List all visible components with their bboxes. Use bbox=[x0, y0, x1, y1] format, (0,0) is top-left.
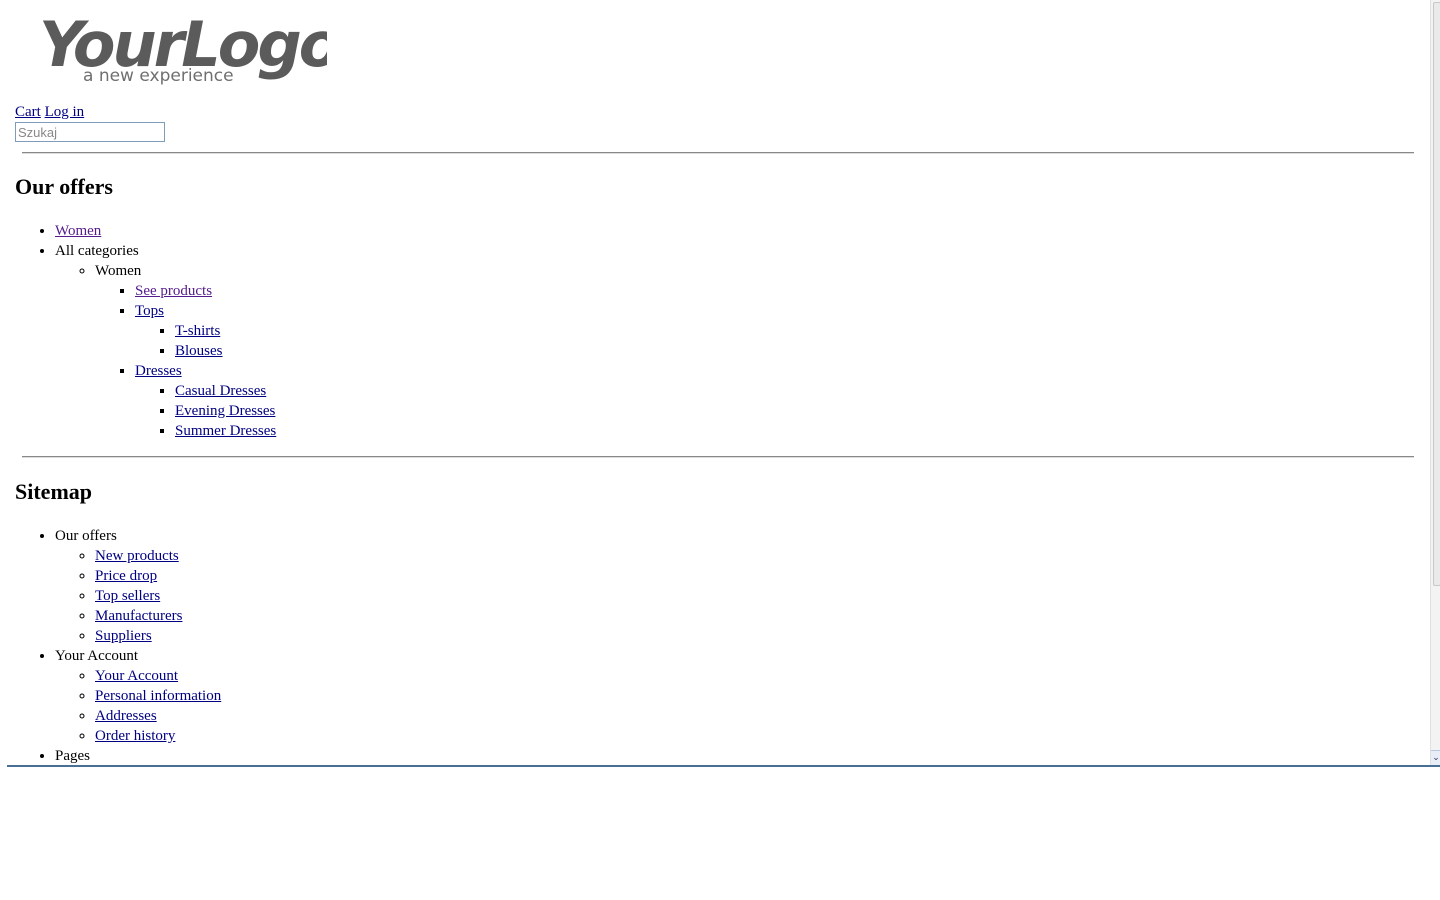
list-item: T-shirts bbox=[175, 321, 276, 341]
new-products-link[interactable]: New products bbox=[95, 548, 179, 564]
list-item: Evening Dresses bbox=[175, 401, 276, 421]
list-item: Pages bbox=[55, 746, 221, 765]
sitemap-our-offers-label: Our offers bbox=[55, 528, 117, 544]
list-item: Women bbox=[55, 221, 276, 241]
list-item: Summer Dresses bbox=[175, 421, 276, 441]
category-link-summer-dresses[interactable]: Summer Dresses bbox=[175, 423, 276, 439]
list-item: Manufacturers bbox=[95, 606, 221, 626]
addresses-link[interactable]: Addresses bbox=[95, 708, 157, 724]
sitemap-heading: Sitemap bbox=[15, 479, 92, 504]
women-category-label: Women bbox=[95, 263, 142, 279]
list-item: Our offers New products Price drop Top s… bbox=[55, 526, 221, 646]
offers-list: Women All categories Women See products … bbox=[15, 221, 276, 441]
chevron-down-icon[interactable]: ⌄ bbox=[1431, 750, 1440, 765]
vertical-scrollbar[interactable]: ⌄ bbox=[1430, 0, 1440, 765]
all-categories-label: All categories bbox=[55, 243, 139, 259]
suppliers-link[interactable]: Suppliers bbox=[95, 628, 152, 644]
see-products-link[interactable]: See products bbox=[135, 283, 212, 299]
list-item: Personal information bbox=[95, 686, 221, 706]
list-item: Addresses bbox=[95, 706, 221, 726]
logo[interactable]: YourLogo a new experience bbox=[27, 6, 327, 90]
top-sellers-link[interactable]: Top sellers bbox=[95, 588, 160, 604]
order-history-link[interactable]: Order history bbox=[95, 728, 175, 744]
list-item: Price drop bbox=[95, 566, 221, 586]
category-link-tshirts[interactable]: T-shirts bbox=[175, 323, 220, 339]
list-item: Dresses Casual Dresses Evening Dresses S… bbox=[135, 361, 276, 441]
search-input[interactable] bbox=[15, 122, 165, 142]
list-item: New products bbox=[95, 546, 221, 566]
list-item: Your Account bbox=[95, 666, 221, 686]
list-item: Suppliers bbox=[95, 626, 221, 646]
category-link-women[interactable]: Women bbox=[55, 223, 101, 239]
personal-information-link[interactable]: Personal information bbox=[95, 688, 221, 704]
list-item: Blouses bbox=[175, 341, 276, 361]
category-link-blouses[interactable]: Blouses bbox=[175, 343, 223, 359]
header-links: Cart Log in bbox=[15, 102, 84, 122]
cart-link[interactable]: Cart bbox=[15, 104, 41, 120]
list-item: Top sellers bbox=[95, 586, 221, 606]
category-link-dresses[interactable]: Dresses bbox=[135, 363, 182, 379]
scroll-thumb[interactable] bbox=[1433, 2, 1440, 586]
offers-heading: Our offers bbox=[15, 174, 113, 199]
list-item: Women See products Tops T-shirts Blouses… bbox=[95, 261, 276, 441]
sitemap-list: Our offers New products Price drop Top s… bbox=[15, 526, 221, 765]
your-account-link[interactable]: Your Account bbox=[95, 668, 178, 684]
divider bbox=[22, 152, 1414, 154]
category-link-tops[interactable]: Tops bbox=[135, 303, 164, 319]
manufacturers-link[interactable]: Manufacturers bbox=[95, 608, 182, 624]
logo-tagline: a new experience bbox=[83, 66, 234, 86]
list-item: Casual Dresses bbox=[175, 381, 276, 401]
price-drop-link[interactable]: Price drop bbox=[95, 568, 157, 584]
category-link-evening-dresses[interactable]: Evening Dresses bbox=[175, 403, 275, 419]
page-viewport: YourLogo a new experience Cart Log in Ou… bbox=[0, 0, 1430, 765]
sitemap-your-account-label: Your Account bbox=[55, 648, 139, 664]
frame-border bbox=[7, 765, 1440, 767]
list-item: Order history bbox=[95, 726, 221, 746]
sitemap-pages-label: Pages bbox=[55, 748, 90, 764]
list-item: Your Account Your Account Personal infor… bbox=[55, 646, 221, 746]
list-item: Tops T-shirts Blouses bbox=[135, 301, 276, 361]
category-link-casual-dresses[interactable]: Casual Dresses bbox=[175, 383, 266, 399]
list-item: All categories Women See products Tops T… bbox=[55, 241, 276, 441]
login-link[interactable]: Log in bbox=[45, 104, 85, 120]
list-item: See products bbox=[135, 281, 276, 301]
divider bbox=[22, 456, 1414, 458]
